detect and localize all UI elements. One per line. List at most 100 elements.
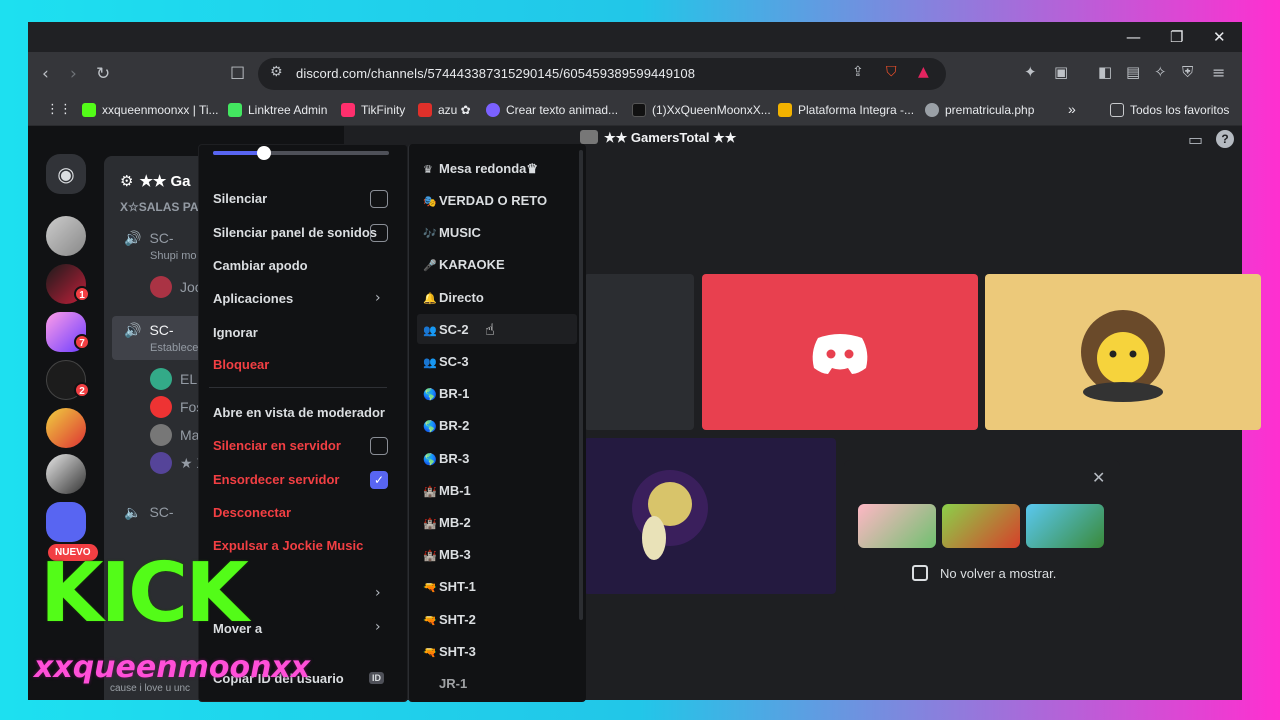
- site-settings-icon[interactable]: ⚙: [270, 64, 283, 80]
- bookmark-item[interactable]: azu ✿: [418, 103, 471, 117]
- close-icon[interactable]: ✕: [1092, 468, 1105, 487]
- submenu-item[interactable]: JR-1: [423, 676, 467, 691]
- dont-show-checkbox[interactable]: [912, 565, 928, 581]
- voice-channel-active[interactable]: 🔊 SC-: [124, 322, 174, 339]
- menu-icon[interactable]: ≡: [1212, 63, 1225, 82]
- video-tile-discord[interactable]: [702, 274, 978, 430]
- menu-aplicaciones[interactable]: Aplicaciones: [213, 291, 293, 306]
- bookmark-item[interactable]: Crear texto animad...: [486, 103, 618, 117]
- menu-vista-moderador[interactable]: Abre en vista de moderador: [213, 405, 385, 420]
- video-tile-anime[interactable]: [584, 438, 836, 594]
- submenu-item[interactable]: 🔫 SHT-3: [423, 644, 476, 659]
- leo-ai-icon[interactable]: ✧: [1154, 63, 1167, 81]
- submenu-item[interactable]: 🔫 SHT-1: [423, 579, 476, 594]
- close-window-button[interactable]: ✕: [1213, 28, 1226, 46]
- submenu-item[interactable]: 🏰 MB-1: [423, 483, 471, 498]
- help-icon[interactable]: ?: [1216, 130, 1234, 148]
- apps-icon[interactable]: ⋮⋮: [46, 102, 72, 117]
- silenciar-checkbox[interactable]: [370, 190, 388, 208]
- share-icon[interactable]: ⇪: [852, 64, 864, 80]
- submenu-item[interactable]: 🔫 SHT-2: [423, 612, 476, 627]
- menu-divider: [209, 387, 387, 388]
- ensordecer-checkbox-checked[interactable]: ✓: [370, 471, 388, 489]
- sidebar-icon[interactable]: ◧: [1098, 63, 1112, 81]
- menu-bloquear[interactable]: Bloquear: [213, 357, 269, 372]
- submenu-item[interactable]: 🌎 BR-2: [423, 418, 469, 433]
- bookmark-item[interactable]: Linktree Admin: [228, 103, 327, 117]
- minimize-button[interactable]: —: [1126, 28, 1141, 46]
- move-to-submenu: ♛ Mesa redonda♛ 🎭 VERDAD O RETO 🎶 MUSIC 🎤 KA…: [408, 144, 586, 702]
- voice-channel[interactable]: 🔊 SC-: [124, 230, 174, 247]
- forward-icon[interactable]: ›: [70, 64, 77, 84]
- plataforma-favicon-icon: [778, 103, 792, 117]
- back-icon[interactable]: ‹: [42, 64, 49, 84]
- brave-shield-icon[interactable]: ⛉: [886, 64, 897, 80]
- submenu-item-hovered[interactable]: 👥 SC-2: [423, 322, 469, 337]
- bookmark-icon[interactable]: ☐: [230, 64, 245, 84]
- menu-ignorar[interactable]: Ignorar: [213, 325, 258, 340]
- voice-user[interactable]: Ma: [150, 424, 199, 446]
- menu-silenciar-servidor[interactable]: Silenciar en servidor: [213, 438, 341, 453]
- submenu-item[interactable]: 🎶 MUSIC: [423, 225, 481, 240]
- bookmark-item[interactable]: prematricula.php: [925, 103, 1034, 117]
- voice-user[interactable]: Joc: [150, 276, 202, 298]
- activity-thumb[interactable]: [858, 504, 936, 548]
- restore-button[interactable]: ❐: [1170, 28, 1183, 46]
- discord-home-icon[interactable]: ◉: [46, 154, 86, 194]
- brave-rewards-icon[interactable]: ▲: [918, 64, 929, 80]
- wallet-icon[interactable]: ▤: [1126, 63, 1140, 81]
- submenu-item[interactable]: 🎭 VERDAD O RETO: [423, 193, 547, 208]
- all-bookmarks-folder[interactable]: Todos los favoritos: [1110, 103, 1229, 117]
- bookmark-item[interactable]: xxqueenmoonxx | Ti...: [82, 103, 219, 117]
- menu-silenciar-sonidos[interactable]: Silenciar panel de sonidos: [213, 225, 377, 240]
- extensions-icon[interactable]: ✦: [1024, 63, 1037, 81]
- submenu-item[interactable]: ♛ Mesa redonda♛: [423, 161, 538, 177]
- silenciar-servidor-checkbox[interactable]: [370, 437, 388, 455]
- menu-ensordecer-servidor[interactable]: Ensordecer servidor: [213, 472, 339, 487]
- submenu-scrollbar[interactable]: [579, 150, 583, 620]
- video-tile[interactable]: [584, 274, 694, 430]
- avatar: [150, 396, 172, 418]
- more-bookmarks-icon[interactable]: »: [1068, 101, 1076, 117]
- submenu-item[interactable]: 👥 SC-3: [423, 354, 469, 369]
- server-icon[interactable]: [46, 502, 86, 542]
- activity-thumb[interactable]: [1026, 504, 1104, 548]
- submenu-item[interactable]: 🏰 MB-3: [423, 547, 471, 562]
- video-tile-avatar[interactable]: [985, 274, 1261, 430]
- submenu-item[interactable]: 🌎 BR-1: [423, 386, 469, 401]
- media-icon[interactable]: ▣: [1054, 63, 1068, 81]
- voice-channel[interactable]: 🔈 SC-: [124, 504, 174, 521]
- activity-thumb[interactable]: [942, 504, 1020, 548]
- server-icon[interactable]: [46, 408, 86, 448]
- voice-user[interactable]: ELL: [150, 368, 205, 390]
- vpn-icon[interactable]: ⛨: [1182, 63, 1193, 81]
- gear-icon[interactable]: ⚙: [120, 172, 133, 190]
- bookmark-item[interactable]: TikFinity: [341, 103, 405, 117]
- channel-status: Shupi mo: [150, 250, 197, 262]
- silenciar-sonidos-checkbox[interactable]: [370, 224, 388, 242]
- server-name[interactable]: ⚙ ★★ Ga: [120, 172, 191, 190]
- submenu-item[interactable]: 🎤 KARAOKE: [423, 257, 505, 272]
- server-icon[interactable]: [46, 454, 86, 494]
- bookmark-item[interactable]: (1)XxQueenMoonxX...: [632, 103, 771, 117]
- mention-badge: 2: [74, 382, 90, 398]
- voice-user[interactable]: Fos: [150, 396, 203, 418]
- chevron-right-icon: ›: [375, 290, 381, 306]
- submenu-item[interactable]: 🌎 BR-3: [423, 451, 469, 466]
- address-bar[interactable]: ⚙ discord.com/channels/57444338731529014…: [258, 58, 946, 90]
- server-icon[interactable]: [46, 216, 86, 256]
- inbox-icon[interactable]: ▭: [1188, 130, 1203, 149]
- submenu-item[interactable]: 🔔 Directo: [423, 290, 484, 305]
- menu-cambiar-apodo[interactable]: Cambiar apodo: [213, 258, 308, 273]
- url-text[interactable]: discord.com/channels/574443387315290145/…: [296, 66, 695, 81]
- channel-category[interactable]: X☆SALAS PA: [120, 200, 199, 214]
- menu-silenciar[interactable]: Silenciar: [213, 191, 267, 206]
- speaker-icon: 🔊: [124, 323, 142, 339]
- globe-favicon-icon: [925, 103, 939, 117]
- reload-icon[interactable]: ↻: [96, 64, 110, 84]
- volume-slider-handle[interactable]: [257, 146, 271, 160]
- bookmark-item[interactable]: Plataforma Integra -...: [778, 103, 914, 117]
- mention-badge: 7: [74, 334, 90, 350]
- menu-desconectar[interactable]: Desconectar: [213, 505, 291, 520]
- submenu-item[interactable]: 🏰 MB-2: [423, 515, 471, 530]
